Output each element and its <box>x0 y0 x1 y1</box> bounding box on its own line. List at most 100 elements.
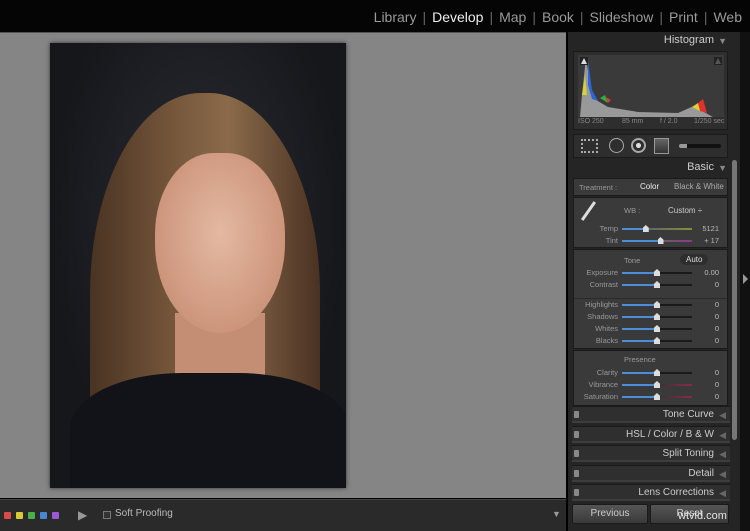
soft-proofing-checkbox[interactable] <box>103 511 111 519</box>
slider-value[interactable]: + 17 <box>693 236 719 245</box>
slider-label: Highlights <box>585 300 618 309</box>
slider-value[interactable]: 0 <box>693 392 719 401</box>
wb-value: Custom <box>668 206 696 215</box>
slider-value[interactable]: 0 <box>693 336 719 345</box>
slider-label: Clarity <box>596 368 618 377</box>
slider-label: Exposure <box>586 268 618 277</box>
slider-fill <box>622 328 657 330</box>
slider-label: Contrast <box>589 280 618 289</box>
module-slideshow[interactable]: Slideshow <box>590 9 654 25</box>
adjustment-slider[interactable] <box>622 237 692 244</box>
adjustment-slider[interactable] <box>622 381 692 388</box>
auto-tone-button[interactable]: Auto <box>680 254 709 265</box>
crop-grid-icon[interactable] <box>581 139 598 153</box>
color-label-filter[interactable] <box>52 512 59 519</box>
module-bar: Library | Develop | Map | Book | Slideshow | Print… <box>0 0 750 32</box>
slider-fill <box>622 284 657 286</box>
expand-right-panel-icon[interactable] <box>743 274 748 284</box>
module-map[interactable]: Map <box>499 9 526 25</box>
module-library[interactable]: Library <box>374 9 417 25</box>
panel-section-hsl[interactable]: HSL / Color / B & W ◀ <box>572 426 730 443</box>
red-eye-icon[interactable] <box>631 138 646 153</box>
shutter-readout: 1/250 sec <box>694 118 725 125</box>
panel-toggle-switch[interactable] <box>574 411 579 418</box>
color-label-filter[interactable] <box>28 512 35 519</box>
treatment-bw-button[interactable]: Black & White <box>674 182 724 191</box>
slider-label: Temp <box>599 224 618 233</box>
module-book[interactable]: Book <box>542 9 574 25</box>
adjustment-slider[interactable] <box>622 337 692 344</box>
section-title: Detail <box>688 468 714 479</box>
slider-value[interactable]: 0 <box>693 300 719 309</box>
panel-section-split[interactable]: Split Toning ◀ <box>572 445 730 462</box>
section-title: Split Toning <box>662 448 714 459</box>
play-icon[interactable]: ▶ <box>78 508 87 522</box>
adjustment-slider[interactable] <box>622 301 692 308</box>
wb-eyedropper-icon[interactable] <box>580 201 597 221</box>
adjustment-slider[interactable] <box>622 325 692 332</box>
slider-value[interactable]: 0 <box>693 324 719 333</box>
adjustment-slider[interactable] <box>622 393 692 400</box>
portrait-photo[interactable] <box>50 43 346 488</box>
expand-icon: ◀ <box>719 449 726 459</box>
adjustment-slider[interactable] <box>622 313 692 320</box>
soft-proofing-label: Soft Proofing <box>115 508 173 519</box>
spot-removal-icon[interactable] <box>609 138 624 153</box>
tone-label: Tone <box>624 256 641 265</box>
slider-fill <box>622 372 657 374</box>
adjustment-brush-icon[interactable] <box>679 144 721 148</box>
module-separator: | <box>422 9 427 25</box>
module-print[interactable]: Print <box>669 9 698 25</box>
panel-toggle-switch[interactable] <box>574 450 579 457</box>
slider-value[interactable]: 5121 <box>693 224 719 233</box>
module-separator: | <box>532 9 536 25</box>
wb-select[interactable]: Custom ÷ <box>668 206 702 215</box>
panel-section-detail[interactable]: Detail ◀ <box>572 465 730 482</box>
iso-readout: ISO 250 <box>578 118 604 125</box>
color-label-filter[interactable] <box>4 512 11 519</box>
module-web[interactable]: Web <box>713 9 742 25</box>
module-picker: Library | Develop | Map | Book | Slideshow | Print… <box>374 9 742 25</box>
adjustment-slider[interactable] <box>622 225 692 232</box>
panel-section-tone[interactable]: Tone Curve ◀ <box>572 406 730 423</box>
color-label-filter[interactable] <box>40 512 47 519</box>
photo-clothing <box>70 373 346 488</box>
slider-value[interactable]: 0 <box>693 312 719 321</box>
wb-label: WB : <box>624 206 641 215</box>
slider-fill <box>622 384 657 386</box>
panel-toggle-switch[interactable] <box>574 431 579 438</box>
panel-toggle-switch[interactable] <box>574 489 579 496</box>
treatment-color-button[interactable]: Color <box>640 182 659 191</box>
module-separator: | <box>659 9 664 25</box>
histogram-title: Histogram <box>663 34 714 46</box>
color-label-filter[interactable] <box>16 512 23 519</box>
adjustment-slider[interactable] <box>622 269 692 276</box>
slider-label: Shadows <box>587 312 618 321</box>
slider-fill <box>622 228 646 230</box>
graduated-filter-icon[interactable] <box>654 138 669 154</box>
tool-strip <box>573 134 728 158</box>
histogram-graph <box>578 55 724 117</box>
slider-value[interactable]: 0 <box>693 368 719 377</box>
section-title: HSL / Color / B & W <box>626 429 714 440</box>
panel-toggle-switch[interactable] <box>574 470 579 477</box>
toolbar-menu-chevron-icon[interactable]: ▼ <box>552 509 561 519</box>
treatment-row: Treatment : Color Black & White <box>573 178 728 196</box>
slider-value[interactable]: 0.00 <box>693 268 719 277</box>
basic-header[interactable]: Basic ▼ <box>572 161 730 177</box>
panel-scrollbar[interactable] <box>732 160 737 440</box>
histogram-header[interactable]: Histogram ▼ <box>572 34 730 50</box>
adjustment-slider[interactable] <box>622 369 692 376</box>
expand-icon: ◀ <box>719 410 726 420</box>
presence-label: Presence <box>624 355 656 364</box>
module-develop[interactable]: Develop <box>432 9 483 25</box>
slider-value[interactable]: 0 <box>693 280 719 289</box>
panel-section-lens[interactable]: Lens Corrections ◀ <box>572 484 730 501</box>
section-title: Tone Curve <box>662 409 714 420</box>
slider-label: Tint <box>605 236 618 245</box>
previous-button[interactable]: Previous <box>572 504 648 524</box>
slider-fill <box>622 396 657 398</box>
slider-value[interactable]: 0 <box>693 380 719 389</box>
adjustment-slider[interactable] <box>622 281 692 288</box>
slider-label: Vibrance <box>588 380 618 389</box>
